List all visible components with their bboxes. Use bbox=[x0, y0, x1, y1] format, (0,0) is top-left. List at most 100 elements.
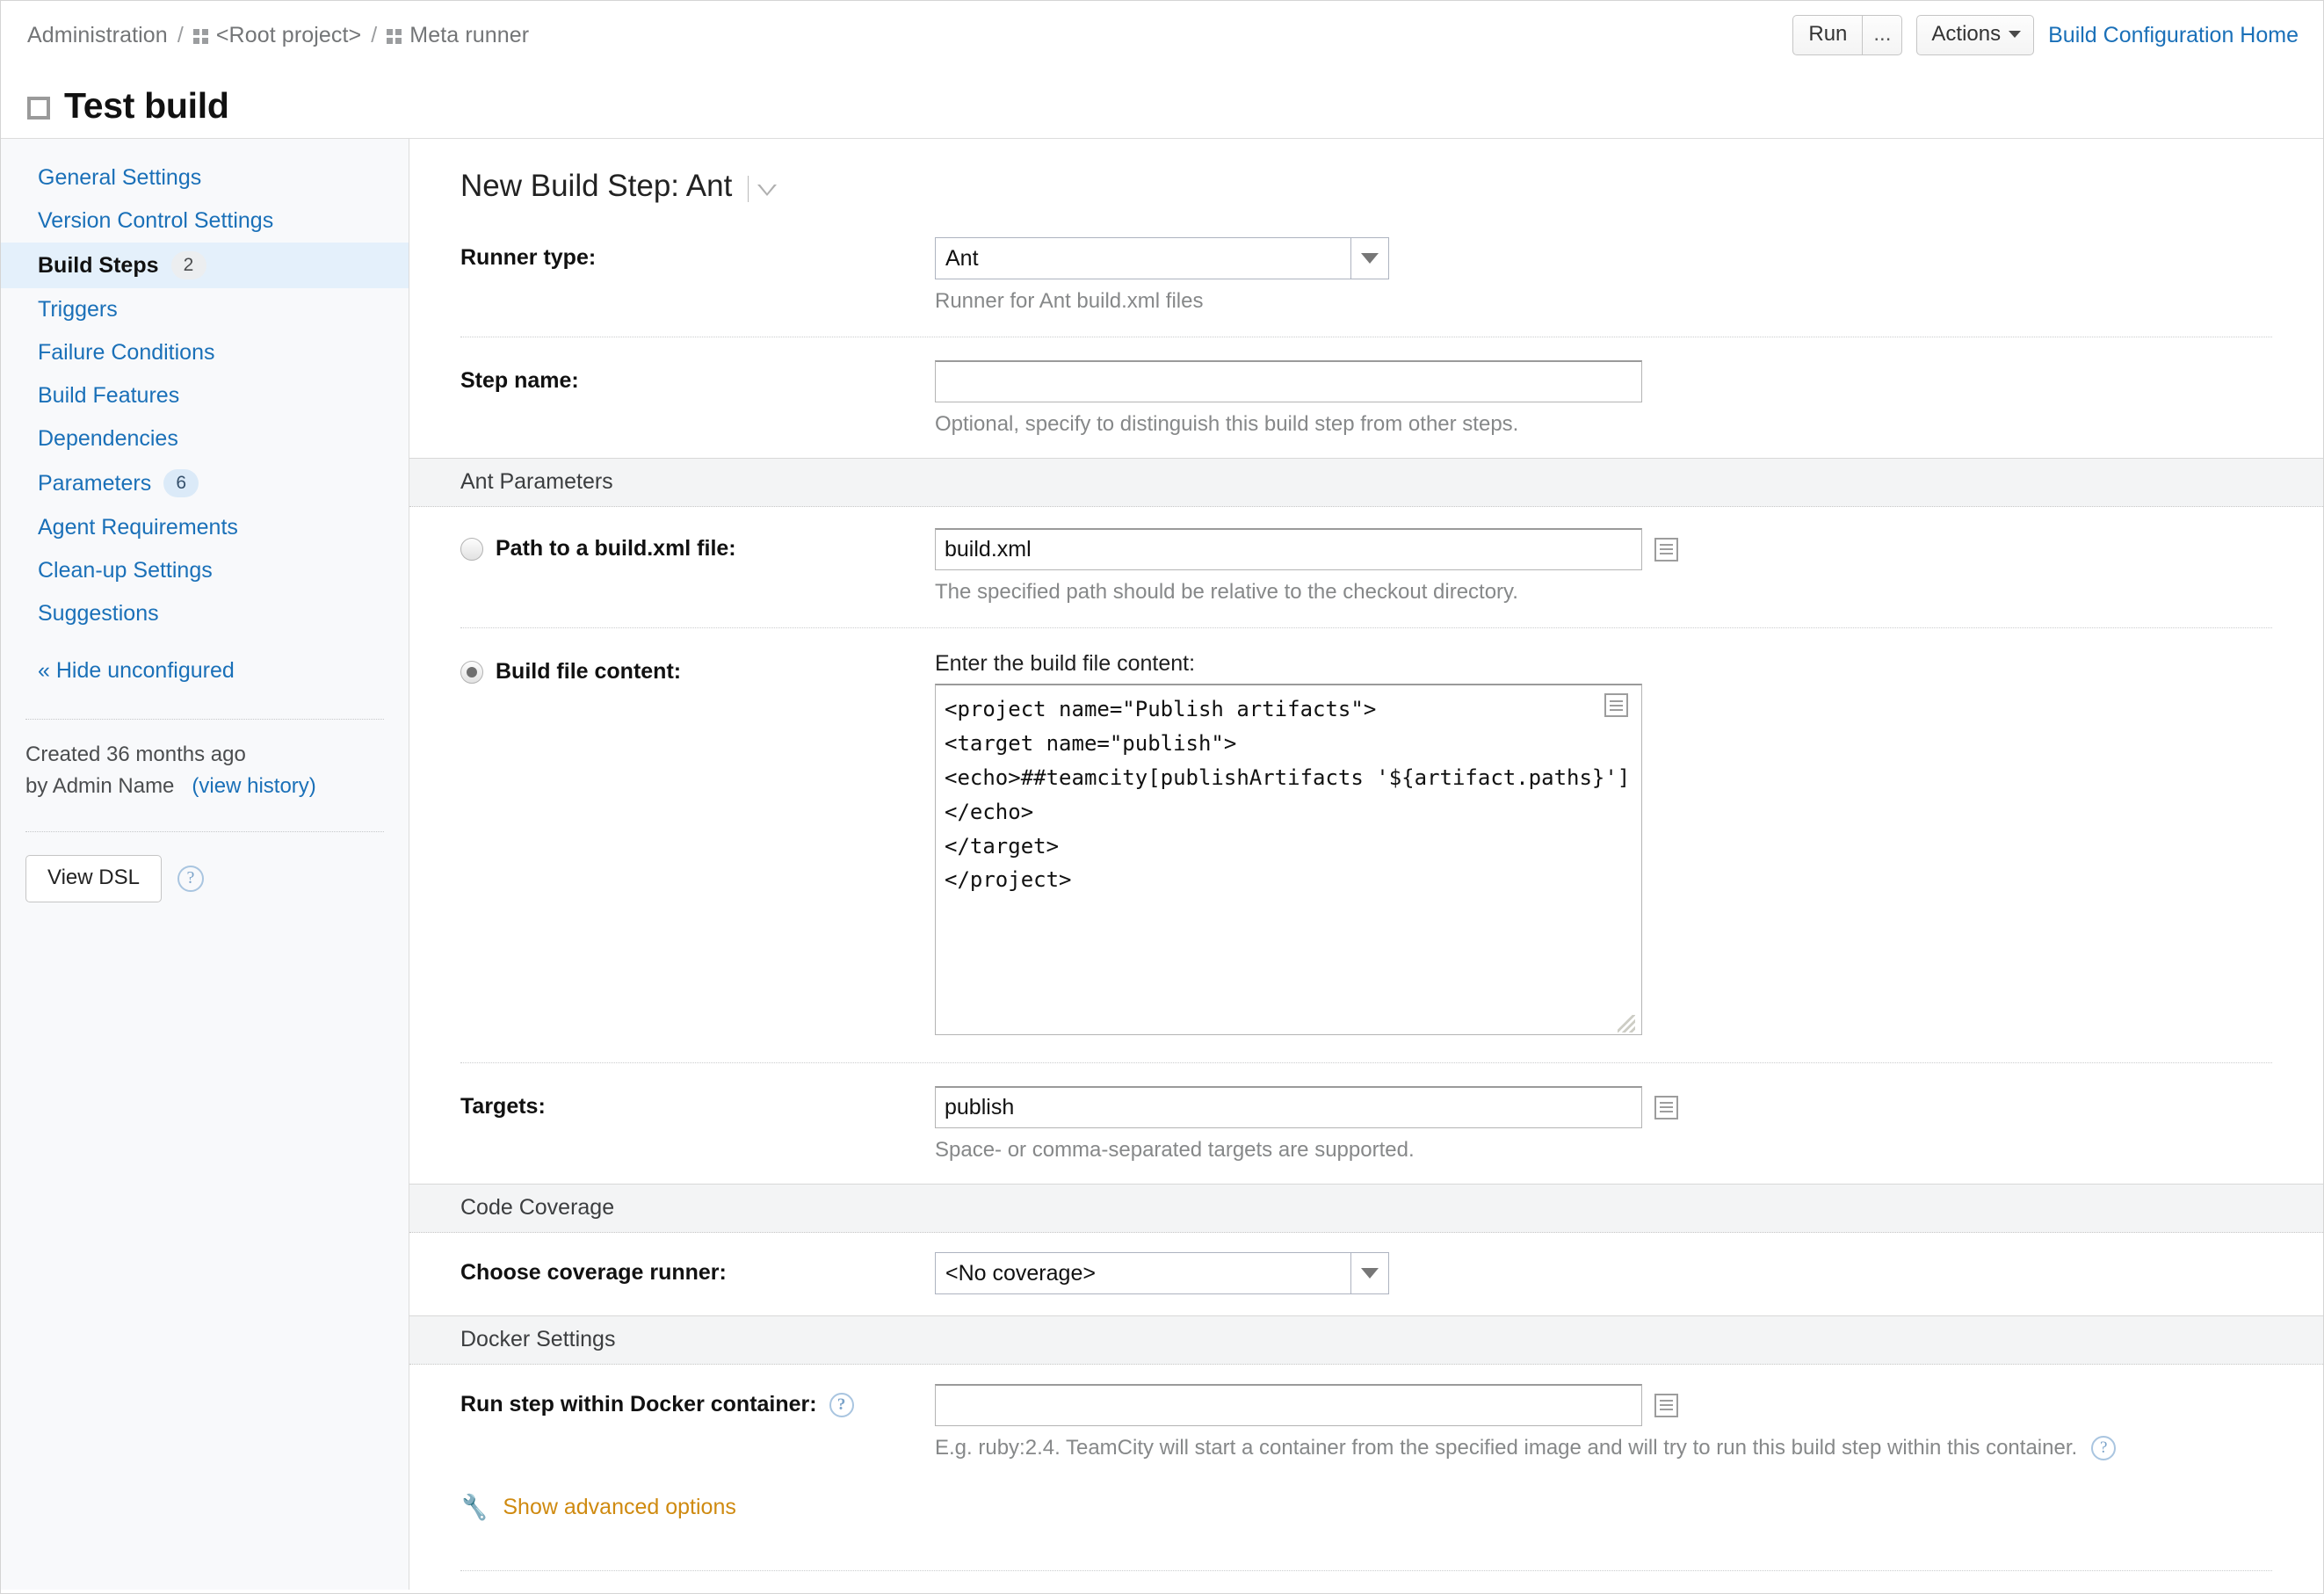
form-title-row: New Build Step: Ant bbox=[409, 169, 2323, 204]
build-file-content-radio[interactable] bbox=[460, 660, 483, 684]
targets-field: Space- or comma-separated targets are su… bbox=[935, 1086, 2323, 1163]
build-file-content-textarea-label: Enter the build file content: bbox=[935, 651, 1196, 676]
view-dsl-row: View DSL ? bbox=[1, 832, 409, 902]
empty-square-icon bbox=[27, 97, 50, 120]
build-xml-path-radio[interactable] bbox=[460, 537, 483, 561]
build-xml-path-label-group: Path to a build.xml file: bbox=[460, 528, 935, 562]
coverage-runner-label: Choose coverage runner: bbox=[460, 1260, 727, 1285]
sidebar-item-badge: 2 bbox=[170, 251, 206, 279]
targets-row: Targets: Space- or comma-separated targe… bbox=[409, 1086, 2323, 1163]
section-divider bbox=[460, 1062, 2272, 1063]
view-dsl-button[interactable]: View DSL bbox=[25, 854, 162, 902]
question-mark-icon[interactable]: ? bbox=[829, 1392, 854, 1417]
sidebar-item-label: Version Control Settings bbox=[38, 208, 274, 233]
page-header: Test build bbox=[1, 69, 2323, 138]
build-xml-path-input[interactable] bbox=[935, 528, 1642, 570]
step-name-input[interactable] bbox=[935, 360, 1642, 402]
teamcity-build-step-page: Administration / <Root project> / Meta r… bbox=[0, 0, 2324, 1594]
step-name-hint: Optional, specify to distinguish this bu… bbox=[935, 412, 1519, 436]
project-grid-icon bbox=[192, 28, 208, 44]
build-file-content-label: Build file content: bbox=[496, 659, 682, 684]
coverage-runner-select[interactable]: <No coverage> bbox=[935, 1252, 1389, 1294]
sidebar-item-parameters[interactable]: Parameters 6 bbox=[1, 460, 409, 506]
sidebar-item-label: Agent Requirements bbox=[38, 515, 238, 540]
breadcrumb-separator-1: / bbox=[177, 22, 184, 47]
form-title: New Build Step: Ant bbox=[460, 169, 733, 203]
sidebar-meta: Created 36 months ago by Admin Name (vie… bbox=[1, 720, 409, 803]
runner-type-hint: Runner for Ant build.xml files bbox=[935, 289, 1204, 313]
targets-input[interactable] bbox=[935, 1086, 1642, 1128]
breadcrumb-administration[interactable]: Administration bbox=[27, 23, 168, 48]
coverage-runner-value: <No coverage> bbox=[945, 1260, 1096, 1286]
actions-button[interactable]: Actions bbox=[1916, 15, 2035, 55]
sidebar-item-dependencies[interactable]: Dependencies bbox=[1, 417, 409, 460]
sidebar-item-label: Parameters bbox=[38, 470, 152, 496]
build-file-content-row: Build file content: Enter the build file… bbox=[409, 651, 2323, 1040]
docker-container-hint-row: E.g. ruby:2.4. TeamCity will start a con… bbox=[935, 1426, 2323, 1460]
sidebar-item-build-steps[interactable]: Build Steps 2 bbox=[1, 243, 409, 288]
sidebar-item-badge: 6 bbox=[163, 469, 199, 497]
sidebar-item-label: Triggers bbox=[38, 297, 118, 322]
author-text: by Admin Name bbox=[25, 774, 175, 799]
sidebar-item-agent-requirements[interactable]: Agent Requirements bbox=[1, 506, 409, 549]
build-file-content-field: Enter the build file content: <project n… bbox=[935, 651, 2323, 1040]
sidebar: General Settings Version Control Setting… bbox=[1, 139, 409, 1590]
targets-label: Targets: bbox=[460, 1094, 546, 1119]
runner-type-row: Runner type: Ant Runner for Ant build.xm… bbox=[409, 237, 2323, 314]
sidebar-item-suggestions[interactable]: Suggestions bbox=[1, 592, 409, 635]
step-name-label: Step name: bbox=[460, 368, 579, 393]
sidebar-item-label: Failure Conditions bbox=[38, 340, 215, 365]
created-text: Created 36 months ago bbox=[25, 743, 246, 766]
sidebar-item-build-features[interactable]: Build Features bbox=[1, 374, 409, 417]
sidebar-item-failure-conditions[interactable]: Failure Conditions bbox=[1, 331, 409, 374]
show-advanced-options-link[interactable]: 🔧 Show advanced options bbox=[409, 1460, 2323, 1523]
actions-button-label: Actions bbox=[1931, 22, 2002, 46]
build-xml-path-field: The specified path should be relative to… bbox=[935, 528, 2323, 605]
docker-settings-section-header: Docker Settings bbox=[409, 1315, 2323, 1365]
build-xml-path-hint: The specified path should be relative to… bbox=[935, 580, 1518, 604]
view-history-link[interactable]: (view history) bbox=[192, 774, 315, 798]
list-picker-icon[interactable] bbox=[1654, 1095, 1678, 1119]
list-picker-icon[interactable] bbox=[1654, 1393, 1678, 1417]
docker-container-label: Run step within Docker container: bbox=[460, 1392, 817, 1416]
wrench-icon: 🔧 bbox=[459, 1491, 491, 1523]
run-button-group: Run ... bbox=[1792, 15, 1903, 55]
triangle-down-icon[interactable] bbox=[757, 184, 778, 196]
build-xml-path-row: Path to a build.xml file: The specified … bbox=[409, 507, 2323, 605]
sidebar-item-version-control-settings[interactable]: Version Control Settings bbox=[1, 199, 409, 243]
build-file-content-label-group: Build file content: bbox=[460, 651, 935, 685]
list-picker-icon[interactable] bbox=[1604, 693, 1628, 717]
breadcrumb-root-project[interactable]: <Root project> bbox=[216, 23, 361, 48]
breadcrumb: Administration / <Root project> / Meta r… bbox=[27, 23, 529, 48]
breadcrumb-meta-runner[interactable]: Meta runner bbox=[409, 23, 529, 48]
coverage-runner-row: Choose coverage runner: <No coverage> bbox=[409, 1233, 2323, 1294]
run-button[interactable]: Run bbox=[1792, 15, 1863, 55]
sidebar-item-clean-up-settings[interactable]: Clean-up Settings bbox=[1, 549, 409, 592]
runner-type-field: Ant Runner for Ant build.xml files bbox=[935, 237, 2323, 314]
docker-container-input[interactable] bbox=[935, 1384, 1642, 1426]
hide-unconfigured-link[interactable]: « Hide unconfigured bbox=[1, 635, 409, 691]
code-coverage-section-header: Code Coverage bbox=[409, 1184, 2323, 1233]
docker-container-hint: E.g. ruby:2.4. TeamCity will start a con… bbox=[935, 1436, 2078, 1460]
sidebar-item-label: General Settings bbox=[38, 165, 202, 190]
run-options-button[interactable]: ... bbox=[1862, 15, 1903, 55]
runner-type-select[interactable]: Ant bbox=[935, 237, 1389, 279]
build-configuration-home-link[interactable]: Build Configuration Home bbox=[2048, 23, 2299, 48]
chevron-down-icon bbox=[1350, 1253, 1388, 1293]
breadcrumb-separator-2: / bbox=[371, 22, 378, 47]
question-mark-icon[interactable]: ? bbox=[2091, 1436, 2117, 1460]
sidebar-item-triggers[interactable]: Triggers bbox=[1, 288, 409, 331]
runner-type-value: Ant bbox=[945, 245, 979, 271]
list-picker-icon[interactable] bbox=[1654, 537, 1678, 562]
sidebar-item-label: Build Features bbox=[38, 383, 180, 408]
page-body: General Settings Version Control Setting… bbox=[1, 138, 2323, 1590]
form-title-divider bbox=[748, 176, 749, 202]
build-file-content-textarea[interactable]: <project name="Publish artifacts"> <targ… bbox=[935, 684, 1642, 1035]
docker-container-row: Run step within Docker container: ? E.g.… bbox=[409, 1365, 2323, 1460]
sidebar-item-label: Dependencies bbox=[38, 426, 178, 451]
question-mark-icon[interactable]: ? bbox=[177, 865, 204, 892]
runner-type-label: Runner type: bbox=[460, 245, 597, 270]
sidebar-item-general-settings[interactable]: General Settings bbox=[1, 156, 409, 199]
top-bar: Administration / <Root project> / Meta r… bbox=[1, 1, 2323, 69]
coverage-runner-field: <No coverage> bbox=[935, 1252, 2323, 1294]
